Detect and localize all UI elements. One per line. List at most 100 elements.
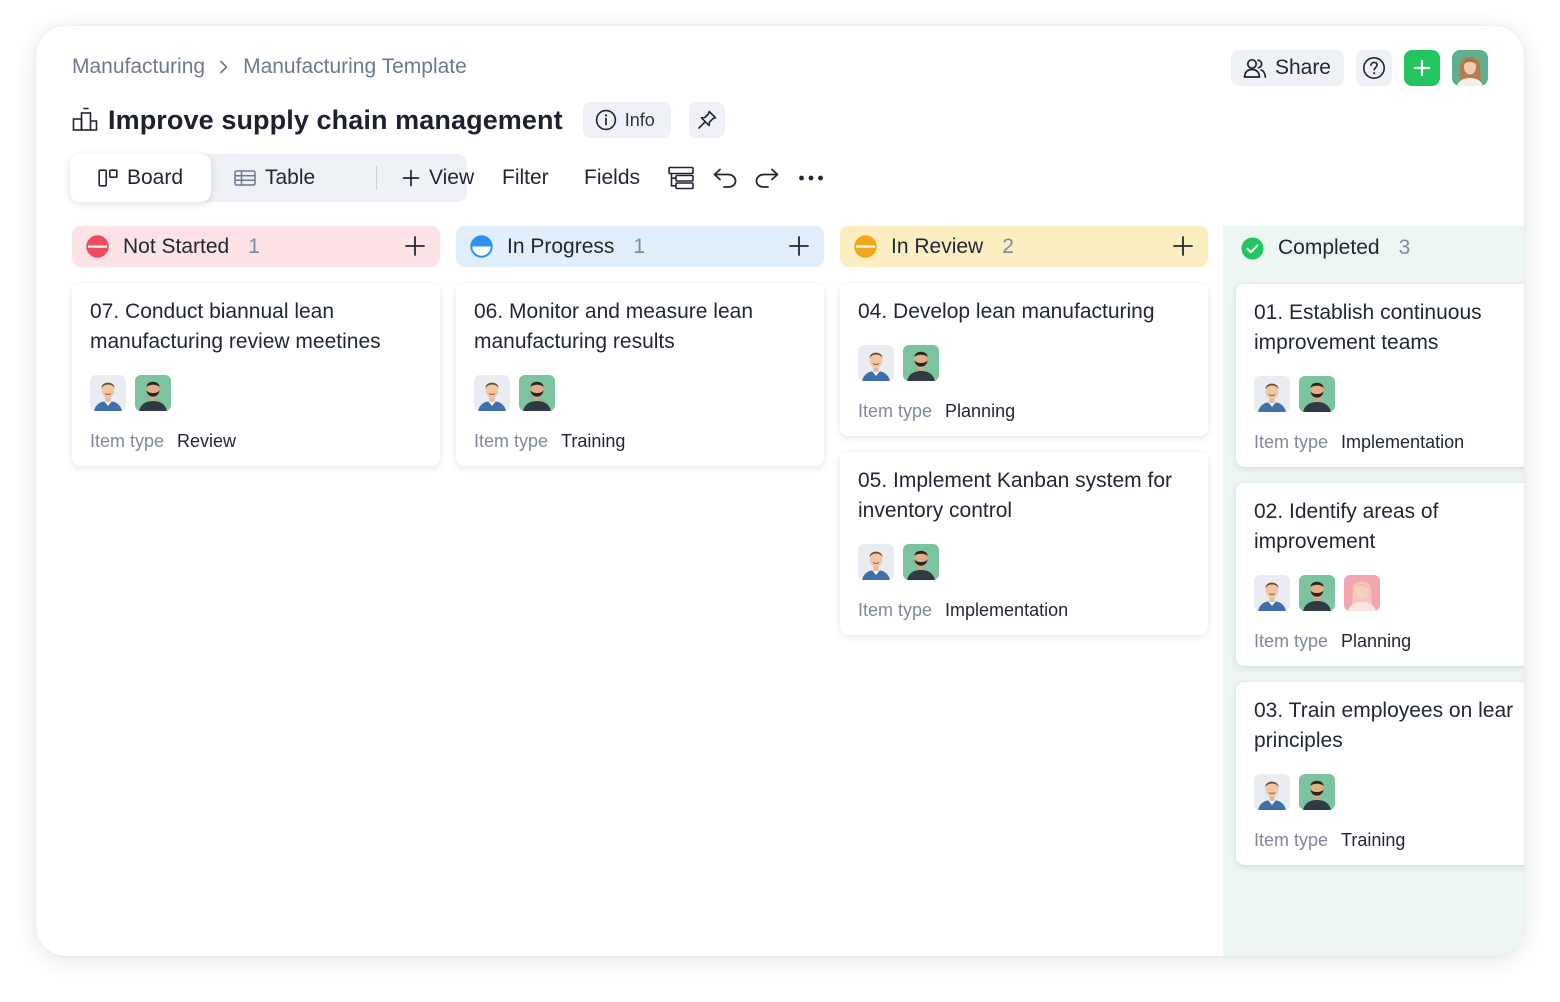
bearded-man-avatar[interactable] <box>903 345 939 381</box>
card-assignees <box>858 345 1190 381</box>
plus-icon[interactable] <box>788 235 810 257</box>
info-button[interactable]: Info <box>582 102 671 138</box>
task-card[interactable]: 06. Monitor and measure lean manufacturi… <box>456 283 824 466</box>
fields-label: Fields <box>584 166 641 189</box>
check-circle-icon <box>1241 236 1264 260</box>
header-actions: Share <box>1230 50 1488 86</box>
tab-table[interactable]: Table <box>234 154 315 202</box>
table-icon <box>234 170 256 186</box>
column-title: In Review <box>891 234 984 258</box>
add-view-button[interactable]: View <box>402 154 474 202</box>
undo-icon <box>712 167 738 189</box>
in-progress-status-icon <box>470 235 493 258</box>
share-label: Share <box>1274 56 1331 79</box>
task-card[interactable]: 01. Establish continuous improvement tea… <box>1236 284 1524 467</box>
current-user-avatar[interactable] <box>1452 50 1488 86</box>
card-meta: Item type Training <box>474 431 806 452</box>
plus-icon[interactable] <box>404 235 426 257</box>
column-header-in-review: In Review 2 <box>840 226 1208 267</box>
help-button[interactable] <box>1356 50 1392 86</box>
more-button[interactable] <box>798 154 824 202</box>
bearded-man-avatar[interactable] <box>1299 376 1335 412</box>
plus-icon[interactable] <box>1172 235 1194 257</box>
card-meta: Item type Implementation <box>1254 432 1518 453</box>
card-title-line: 07. Conduct biannual lean <box>90 300 335 323</box>
column-title: Not Started <box>123 234 230 258</box>
column-title: Completed <box>1278 235 1380 259</box>
card-title-line: 02. Identify areas of <box>1254 500 1439 523</box>
pin-button[interactable] <box>688 102 725 138</box>
man-avatar[interactable] <box>90 375 126 411</box>
item-type-label: Item type <box>1254 830 1329 850</box>
fields-button[interactable]: Fields <box>584 154 640 202</box>
item-type-value: Planning <box>945 401 1016 421</box>
woman-avatar[interactable] <box>1344 575 1380 611</box>
card-title-line: improvement <box>1254 530 1376 553</box>
share-button[interactable]: Share <box>1230 50 1344 86</box>
info-icon <box>595 109 617 131</box>
template-icon <box>72 107 98 133</box>
bearded-man-avatar[interactable] <box>1299 575 1335 611</box>
column-header-in-progress: In Progress 1 <box>456 226 824 267</box>
breadcrumb-current[interactable]: Manufacturing Template <box>243 55 467 79</box>
item-type-value: Training <box>561 431 626 451</box>
users-icon <box>1243 57 1267 79</box>
column-title: In Progress <box>507 234 615 258</box>
column-count: 2 <box>1002 234 1014 258</box>
card-meta: Item type Planning <box>1254 631 1518 652</box>
column-header-not-started: Not Started 1 <box>72 226 440 267</box>
card-title-line: principles <box>1254 729 1343 752</box>
card-title-line: manufacturing review meetines <box>90 330 381 353</box>
breadcrumb-root[interactable]: Manufacturing <box>72 55 205 79</box>
filter-button[interactable]: Filter <box>502 154 549 202</box>
card-assignees <box>1254 575 1518 611</box>
man-avatar[interactable] <box>1254 774 1290 810</box>
redo-button[interactable] <box>754 154 780 202</box>
task-card[interactable]: 05. Implement Kanban system for inventor… <box>840 452 1208 635</box>
item-type-label: Item type <box>1254 631 1329 651</box>
man-avatar[interactable] <box>858 544 894 580</box>
plus-icon <box>1413 59 1431 77</box>
tab-board[interactable]: Board <box>70 154 211 202</box>
add-button[interactable] <box>1404 50 1440 86</box>
card-title-line: 01. Establish continuous <box>1254 301 1482 324</box>
hierarchy-icon <box>668 166 694 190</box>
man-avatar[interactable] <box>474 375 510 411</box>
item-type-value: Training <box>1341 830 1406 850</box>
card-meta: Item type Review <box>90 431 422 452</box>
card-assignees <box>90 375 422 411</box>
card-meta: Item type Training <box>1254 830 1518 851</box>
task-card[interactable]: 02. Identify areas of improvement Item t… <box>1236 483 1524 666</box>
undo-button[interactable] <box>712 154 738 202</box>
card-assignees <box>1254 774 1518 810</box>
column-header-completed: Completed 3 <box>1227 227 1524 268</box>
card-title-line: inventory control <box>858 499 1013 522</box>
task-card[interactable]: 07. Conduct biannual lean manufacturing … <box>72 283 440 466</box>
man-avatar[interactable] <box>1254 575 1290 611</box>
item-type-value: Review <box>177 431 237 451</box>
card-title-line: 06. Monitor and measure lean <box>474 300 753 323</box>
card-title-line: 03. Train employees on lear <box>1254 699 1514 722</box>
bearded-man-avatar[interactable] <box>903 544 939 580</box>
column-count: 1 <box>248 234 260 258</box>
man-avatar[interactable] <box>858 345 894 381</box>
view-switcher: Board Table View <box>70 154 474 202</box>
add-view-label: View <box>429 166 475 189</box>
info-label: Info <box>624 109 655 130</box>
item-type-value: Implementation <box>1341 432 1465 452</box>
task-card[interactable]: 04. Develop lean manufacturing Item type… <box>840 283 1208 436</box>
bearded-man-avatar[interactable] <box>519 375 555 411</box>
redo-icon <box>754 167 780 189</box>
group-by-button[interactable] <box>668 154 694 202</box>
bearded-man-avatar[interactable] <box>1299 774 1335 810</box>
task-card[interactable]: 03. Train employees on lear principles I… <box>1236 682 1524 865</box>
man-avatar[interactable] <box>1254 376 1290 412</box>
column-count: 3 <box>1398 235 1411 259</box>
card-assignees <box>1254 376 1518 412</box>
item-type-label: Item type <box>858 401 933 421</box>
card-assignees <box>474 375 806 411</box>
card-meta: Item type Planning <box>858 401 1190 422</box>
bearded-man-avatar[interactable] <box>135 375 171 411</box>
column-count: 1 <box>633 234 646 258</box>
more-horizontal-icon <box>798 174 824 182</box>
